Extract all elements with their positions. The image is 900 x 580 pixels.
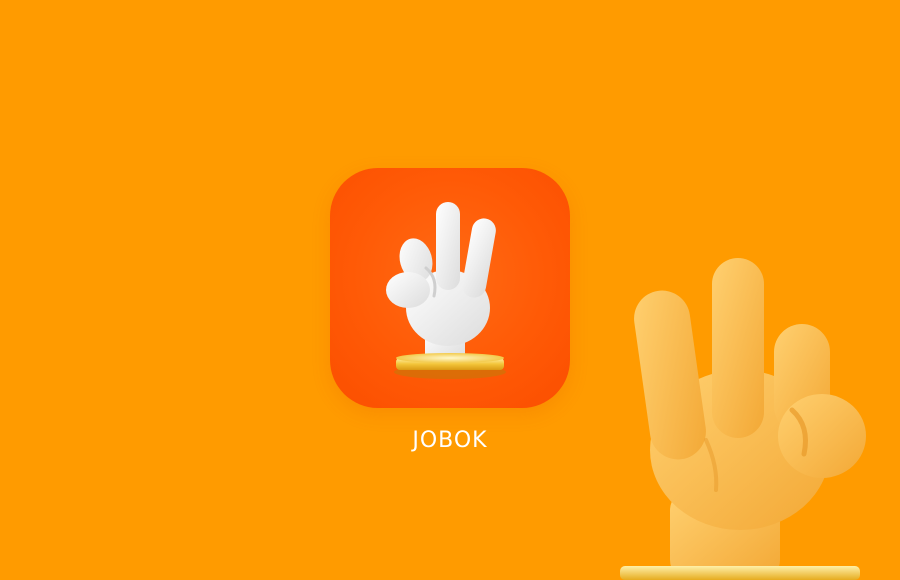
app-name-label: JOBOK <box>412 428 488 453</box>
ok-hand-gesture-icon <box>386 202 506 379</box>
ok-hand-gesture-icon <box>620 258 866 580</box>
desktop-background: JOBOK <box>0 0 900 580</box>
jobok-app-icon[interactable] <box>330 168 570 408</box>
decorative-hand-illustration <box>600 240 900 580</box>
